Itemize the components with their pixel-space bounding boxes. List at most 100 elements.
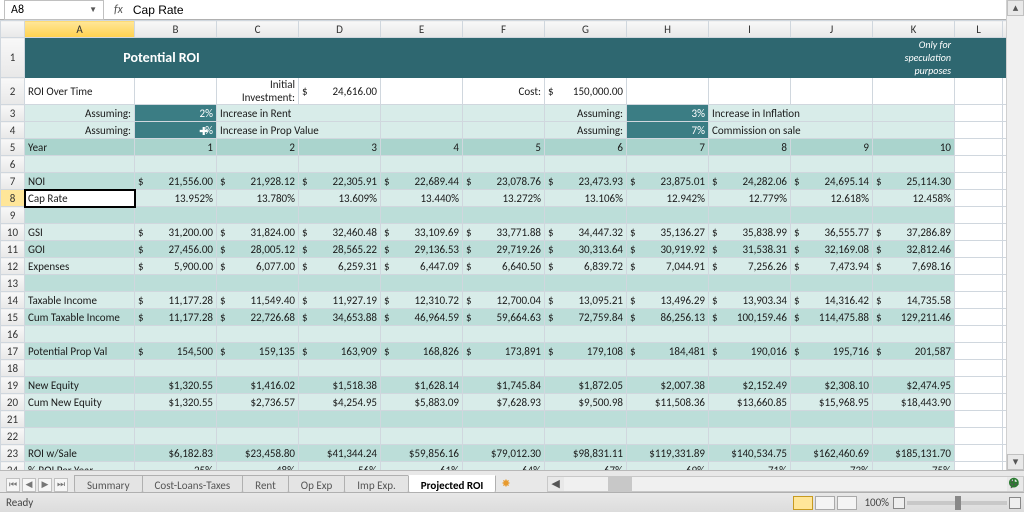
scroll-down-icon[interactable]: ▾: [1007, 454, 1024, 470]
cell[interactable]: $32,169.08: [791, 241, 873, 258]
cell[interactable]: $35,838.99: [709, 224, 791, 241]
cell[interactable]: $72,759.84: [545, 309, 627, 326]
cell[interactable]: [25, 275, 135, 292]
cell[interactable]: $34,447.32: [545, 224, 627, 241]
row-header-15[interactable]: 15: [1, 309, 25, 326]
cell[interactable]: [791, 78, 873, 105]
cell[interactable]: [1003, 190, 1007, 207]
column-header-A[interactable]: A: [25, 21, 135, 38]
cell[interactable]: [217, 156, 299, 173]
cell[interactable]: [1003, 445, 1007, 462]
cell[interactable]: $11,508.36: [627, 394, 709, 411]
cell[interactable]: $190,016: [709, 343, 791, 360]
cell[interactable]: [873, 326, 955, 343]
cell[interactable]: [25, 360, 135, 377]
cell[interactable]: [1003, 377, 1007, 394]
row-header-1[interactable]: 1: [1, 38, 25, 78]
cell[interactable]: $154,500: [135, 343, 217, 360]
cell[interactable]: [217, 207, 299, 224]
year-3[interactable]: 3: [299, 139, 381, 156]
cell[interactable]: $1,320.55: [135, 394, 217, 411]
cell[interactable]: [791, 275, 873, 292]
cell[interactable]: [791, 428, 873, 445]
fx-icon[interactable]: fx: [114, 3, 123, 17]
cell[interactable]: [873, 105, 955, 122]
year-2[interactable]: 2: [217, 139, 299, 156]
cell[interactable]: $23,875.01: [627, 173, 709, 190]
cell[interactable]: [955, 207, 1003, 224]
cell[interactable]: [709, 156, 791, 173]
column-header-J[interactable]: J: [791, 21, 873, 38]
cell[interactable]: $100,159.46: [709, 309, 791, 326]
prop-increase-label[interactable]: Increase in Prop Value: [217, 122, 381, 139]
cell[interactable]: [709, 326, 791, 343]
cell[interactable]: [217, 428, 299, 445]
column-header-M[interactable]: M: [1003, 21, 1007, 38]
cell[interactable]: [1003, 38, 1007, 78]
cell[interactable]: $1,320.55: [135, 377, 217, 394]
cell[interactable]: [381, 275, 463, 292]
cell[interactable]: $1,745.84: [463, 377, 545, 394]
cell[interactable]: $29,136.53: [381, 241, 463, 258]
cell[interactable]: $11,177.28: [135, 292, 217, 309]
cell[interactable]: $98,831.11: [545, 445, 627, 462]
zoom-slider[interactable]: [907, 501, 1007, 505]
row-header-19[interactable]: 19: [1, 377, 25, 394]
cell[interactable]: $21,928.12: [217, 173, 299, 190]
row-header-11[interactable]: 11: [1, 241, 25, 258]
cell[interactable]: [381, 428, 463, 445]
select-all-corner[interactable]: [1, 21, 25, 38]
cell[interactable]: [135, 78, 217, 105]
cell[interactable]: [873, 428, 955, 445]
cell[interactable]: [627, 275, 709, 292]
cell[interactable]: $7,256.26: [709, 258, 791, 275]
cell[interactable]: 64%: [463, 462, 545, 471]
cell[interactable]: [1003, 292, 1007, 309]
cell[interactable]: [299, 156, 381, 173]
cell[interactable]: [545, 156, 627, 173]
row-label-roisale[interactable]: ROI w/Sale: [25, 445, 135, 462]
cell[interactable]: [873, 360, 955, 377]
cell[interactable]: [627, 207, 709, 224]
row-header-23[interactable]: 23: [1, 445, 25, 462]
cell[interactable]: $23,473.93: [545, 173, 627, 190]
cell[interactable]: $2,308.10: [791, 377, 873, 394]
column-header-L[interactable]: L: [955, 21, 1003, 38]
cell[interactable]: [955, 105, 1003, 122]
year-10[interactable]: 10: [873, 139, 955, 156]
cell[interactable]: $41,344.24: [299, 445, 381, 462]
column-header-C[interactable]: C: [217, 21, 299, 38]
row-header-22[interactable]: 22: [1, 428, 25, 445]
cell[interactable]: [1003, 173, 1007, 190]
cell[interactable]: $129,211.46: [873, 309, 955, 326]
view-normal-button[interactable]: [793, 496, 813, 510]
cell[interactable]: [1003, 241, 1007, 258]
row-header-14[interactable]: 14: [1, 292, 25, 309]
cell[interactable]: [299, 326, 381, 343]
cell[interactable]: [791, 207, 873, 224]
cell[interactable]: $25,114.30: [873, 173, 955, 190]
cell[interactable]: $14,316.42: [791, 292, 873, 309]
cell[interactable]: $150,000.00: [545, 78, 627, 105]
cell[interactable]: $46,964.59: [381, 309, 463, 326]
cell[interactable]: 12.458%: [873, 190, 955, 207]
cell[interactable]: [463, 156, 545, 173]
cell[interactable]: [1003, 360, 1007, 377]
rent-increase-pct[interactable]: 2%: [135, 105, 217, 122]
cell[interactable]: $14,735.58: [873, 292, 955, 309]
cell[interactable]: $59,856.16: [381, 445, 463, 462]
cell[interactable]: $1,872.05: [545, 377, 627, 394]
cell[interactable]: [463, 122, 545, 139]
row-label-expenses[interactable]: Expenses: [25, 258, 135, 275]
cell[interactable]: [1003, 462, 1007, 471]
cell[interactable]: [1003, 309, 1007, 326]
cell[interactable]: [381, 360, 463, 377]
cell[interactable]: $7,044.91: [627, 258, 709, 275]
cell[interactable]: 12.779%: [709, 190, 791, 207]
cell[interactable]: $28,565.22: [299, 241, 381, 258]
tab-next-icon[interactable]: ▶: [38, 478, 52, 492]
cell[interactable]: $7,628.93: [463, 394, 545, 411]
hscroll-thumb[interactable]: [608, 477, 632, 491]
column-header-B[interactable]: B: [135, 21, 217, 38]
cell[interactable]: [135, 156, 217, 173]
